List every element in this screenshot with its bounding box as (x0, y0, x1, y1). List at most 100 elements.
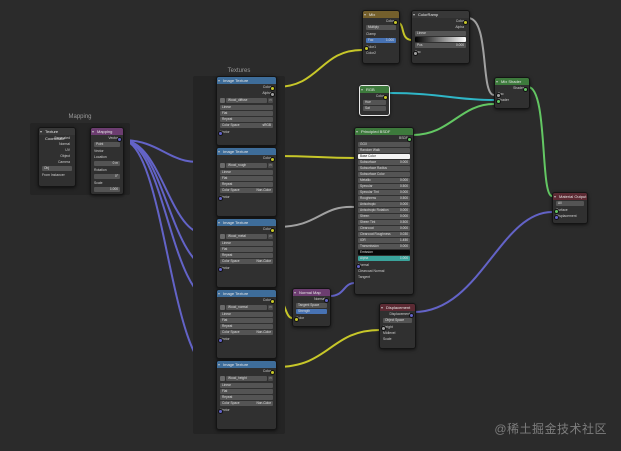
mix-rgb-node[interactable]: Mix Color Multiply Clamp Fac1.000 Color1… (362, 10, 400, 64)
image-texture-node-4[interactable]: Image Texture Color Wood_normal▭ Linear … (216, 289, 277, 359)
socket[interactable] (270, 369, 275, 375)
target-select[interactable]: All (556, 201, 584, 206)
folder-icon[interactable]: ▭ (268, 163, 273, 168)
extension-select[interactable]: Repeat (220, 324, 273, 329)
socket[interactable] (407, 136, 412, 142)
socket[interactable] (218, 408, 223, 414)
rot-x[interactable]: 0° (94, 174, 120, 179)
clamp-checkbox[interactable]: Clamp (366, 31, 396, 37)
input-specular[interactable]: Specular 0.500 (358, 184, 410, 189)
extension-select[interactable]: Repeat (220, 182, 273, 187)
rgb-node[interactable]: RGB Color Hue Sat (359, 85, 390, 116)
socket[interactable] (393, 19, 398, 25)
socket[interactable] (218, 130, 223, 136)
socket[interactable] (383, 94, 388, 100)
colorspace-select[interactable]: Color Space Non-Color (220, 401, 273, 406)
socket[interactable] (554, 214, 559, 220)
sat-field[interactable]: Sat (363, 106, 386, 111)
socket[interactable] (413, 50, 418, 56)
extension-select[interactable]: Repeat (220, 395, 273, 400)
input-ior[interactable]: IOR 1.450 (358, 238, 410, 243)
image-selector[interactable]: Wood_height ▭ (220, 375, 273, 382)
image-texture-node-5[interactable]: Image Texture Color Wood_height▭ Linear … (216, 360, 277, 430)
socket[interactable] (270, 298, 275, 304)
image-selector[interactable]: Wood_rough ▭ (220, 162, 273, 169)
interpolation-select[interactable]: Linear (220, 170, 273, 175)
input-subsurface[interactable]: Subsurface 0.000 (358, 160, 410, 165)
distribution-select[interactable]: GGX (358, 142, 410, 147)
interpolation-select[interactable]: Linear (220, 383, 273, 388)
mapping-node[interactable]: Mapping Vector Point Vector Location 0 m… (90, 127, 124, 195)
subsurface-method-select[interactable]: Random Walk (358, 148, 410, 153)
object-field[interactable]: Obj (42, 166, 72, 171)
principled-bsdf-node[interactable]: Principled BSDF BSDF GGX Random Walk Bas… (354, 127, 414, 295)
input-roughness[interactable]: Roughness 0.500 (358, 196, 410, 201)
image-texture-node-3[interactable]: Image Texture Color Wood_metal▭ Linear F… (216, 218, 277, 288)
image-selector[interactable]: Wood_diffuse ▭ (220, 97, 273, 104)
space-select[interactable]: Object Space (383, 318, 412, 323)
instancer-checkbox[interactable]: From Instancer (42, 172, 72, 178)
socket[interactable] (294, 316, 299, 322)
material-output-node[interactable]: Material Output All Surface Displacement (552, 192, 588, 224)
image-selector[interactable]: Wood_normal ▭ (220, 304, 273, 311)
socket[interactable] (409, 312, 414, 318)
colorspace-select[interactable]: Color Space Non-Color (220, 259, 273, 264)
input-alpha[interactable]: Alpha 1.000 (358, 256, 410, 261)
socket[interactable] (218, 266, 223, 272)
input-metallic[interactable]: Metallic 0.000 (358, 178, 410, 183)
strength-slider[interactable]: Strength (296, 309, 327, 314)
interpolation-select[interactable]: Linear (220, 105, 273, 110)
texture-coordinate-node[interactable]: Texture Coordinate Generated Normal UV O… (38, 127, 76, 187)
socket[interactable] (117, 136, 122, 142)
input-sheen-tint[interactable]: Sheen Tint 0.500 (358, 220, 410, 225)
image-selector[interactable]: Wood_metal ▭ (220, 233, 273, 240)
colorspace-select[interactable]: Color Space Non-Color (220, 188, 273, 193)
scale-x[interactable]: 1.000 (94, 187, 120, 192)
hue-field[interactable]: Hue (363, 100, 386, 105)
colorspace-select[interactable]: Color Space Non-Color (220, 330, 273, 335)
input-clearcoat[interactable]: Clearcoat 0.000 (358, 226, 410, 231)
input-anisotropic[interactable]: Anisotropic 0.000 (358, 202, 410, 207)
ramp-position[interactable]: Pos 0.000 (415, 43, 466, 48)
mix-shader-node[interactable]: Mix Shader Shader Fac Shader (494, 77, 530, 109)
interpolation-select[interactable]: Linear (220, 241, 273, 246)
input-subsurface-color[interactable]: Subsurface Color (358, 172, 410, 177)
space-select[interactable]: Tangent Space (296, 303, 327, 308)
input-sheen[interactable]: Sheen 0.000 (358, 214, 410, 219)
blend-mode-select[interactable]: Multiply (366, 25, 396, 30)
interpolation-select[interactable]: Linear (415, 31, 466, 36)
image-texture-node-1[interactable]: Image Texture Color Alpha Wood_diffuse▭ … (216, 76, 277, 146)
input-clearcoat-roughness[interactable]: Clearcoat Roughness 0.030 (358, 232, 410, 237)
projection-select[interactable]: Flat (220, 318, 273, 323)
folder-icon[interactable]: ▭ (268, 98, 273, 103)
extension-select[interactable]: Repeat (220, 253, 273, 258)
socket[interactable] (496, 98, 501, 104)
fac-slider[interactable]: Fac 1.000 (366, 38, 396, 43)
projection-select[interactable]: Flat (220, 111, 273, 116)
projection-select[interactable]: Flat (220, 389, 273, 394)
image-texture-node-2[interactable]: Image Texture Color Wood_rough▭ Linear F… (216, 147, 277, 217)
color-ramp-node[interactable]: ColorRamp Color Alpha Linear Pos0.000 Fa… (411, 10, 470, 64)
socket[interactable] (324, 297, 329, 303)
extension-select[interactable]: Repeat (220, 117, 273, 122)
folder-icon[interactable]: ▭ (268, 234, 273, 239)
node-editor-canvas[interactable]: Mapping Textures Texture Coordinate Gene… (0, 0, 621, 451)
folder-icon[interactable]: ▭ (268, 305, 273, 310)
input-transmission[interactable]: Transmission 0.000 (358, 244, 410, 249)
ramp-gradient[interactable] (415, 37, 466, 42)
socket[interactable] (270, 156, 275, 162)
socket[interactable] (270, 227, 275, 233)
interpolation-select[interactable]: Linear (220, 312, 273, 317)
input-specular-tint[interactable]: Specular Tint 0.000 (358, 190, 410, 195)
projection-select[interactable]: Flat (220, 247, 273, 252)
base-color-swatch[interactable]: Base Color (358, 154, 410, 159)
loc-x[interactable]: 0 m (94, 161, 120, 166)
socket[interactable] (218, 337, 223, 343)
input-subsurface-radius[interactable]: Subsurface Radius (358, 166, 410, 171)
socket[interactable] (218, 195, 223, 201)
colorspace-select[interactable]: Color Space sRGB (220, 123, 273, 128)
input-anisotropic-rotation[interactable]: Anisotropic Rotation 0.000 (358, 208, 410, 213)
socket[interactable] (270, 91, 275, 97)
projection-select[interactable]: Flat (220, 176, 273, 181)
normal-map-node[interactable]: Normal Map Normal Tangent Space Strength… (292, 288, 331, 327)
